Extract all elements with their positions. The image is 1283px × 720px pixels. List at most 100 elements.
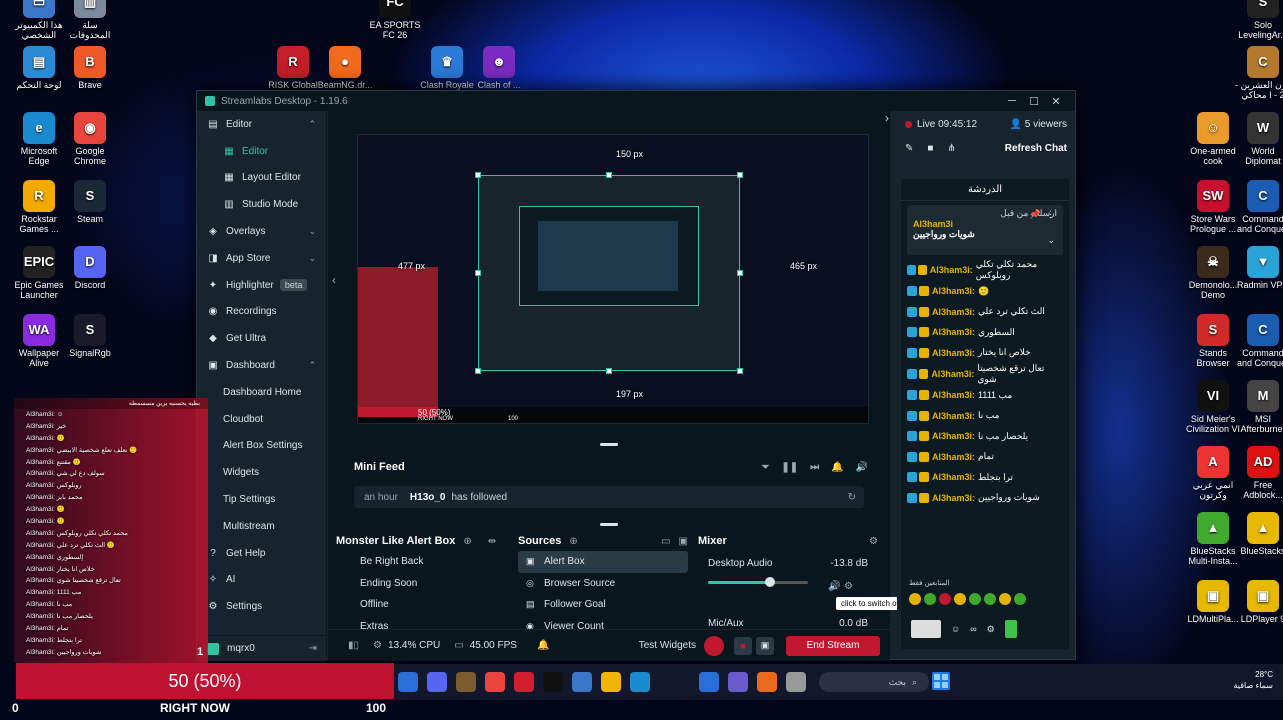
source-properties-icon[interactable]: ▣ bbox=[679, 536, 688, 547]
desktop-icon-left[interactable]: R Rockstar Games ... bbox=[10, 180, 68, 234]
pin-icon[interactable]: 📌 bbox=[1030, 209, 1041, 220]
desktop-audio-volume-slider[interactable] bbox=[708, 577, 808, 587]
nav-item-highlighter[interactable]: ✦ Highlighter beta bbox=[197, 272, 326, 299]
desktop-icon-right[interactable]: Cقرن العشرين - محاكي I - 2 bbox=[1234, 46, 1283, 100]
source-item[interactable]: ▤ Follower Goal bbox=[518, 594, 688, 616]
notifications-bell-icon[interactable]: 🔔 bbox=[537, 640, 549, 651]
chat-username[interactable]: Al3ham3i: bbox=[931, 369, 974, 379]
share-icon[interactable]: ⋔ bbox=[947, 143, 955, 154]
chat-username[interactable]: Al3ham3i: bbox=[932, 390, 975, 400]
resize-handle[interactable] bbox=[606, 172, 612, 178]
stop-recording-icon[interactable]: ■ bbox=[734, 636, 752, 655]
desktop-icon-top[interactable]: FC EA SPORTS FC 26 bbox=[366, 0, 424, 40]
chat-username[interactable]: Al3ham3i: bbox=[932, 348, 975, 358]
desktop-icon-left[interactable]: EPIC Epic Games Launcher bbox=[10, 246, 68, 300]
chat-username[interactable]: Al3ham3i: bbox=[932, 327, 975, 337]
taskbar-app-icon[interactable] bbox=[485, 672, 505, 692]
add-scene-icon[interactable]: ⊕ bbox=[463, 536, 471, 547]
nav-item-recordings[interactable]: ◉ Recordings bbox=[197, 299, 326, 326]
desktop-icon-left[interactable]: WA Wallpaper Alive bbox=[10, 314, 68, 368]
nav-item-editor[interactable]: ▦ Editor bbox=[197, 138, 326, 165]
desktop-icon-right[interactable]: CCommand and Conquer bbox=[1234, 180, 1283, 234]
record-button[interactable] bbox=[704, 635, 724, 656]
chat-username[interactable]: Al3ham3i: bbox=[932, 307, 975, 317]
taskbar-app-icon[interactable] bbox=[699, 672, 719, 692]
taskbar-app-icon[interactable] bbox=[398, 672, 418, 692]
resize-handle[interactable] bbox=[475, 172, 481, 178]
user-account[interactable]: mqrx0 ⇥ bbox=[197, 635, 327, 661]
volume-slider-knob[interactable] bbox=[765, 577, 775, 587]
volume-icon[interactable]: 🔊 bbox=[856, 462, 868, 473]
mixer-settings-gear-icon[interactable]: ⚙ bbox=[869, 536, 878, 547]
desktop-icon-left[interactable]: B Brave bbox=[61, 46, 119, 90]
skip-icon[interactable]: ⏭ bbox=[810, 462, 819, 473]
chat-username[interactable]: Al3ham3i: bbox=[932, 411, 975, 421]
send-button[interactable] bbox=[1004, 620, 1017, 638]
mute-speaker-icon[interactable]: 🔊 bbox=[828, 581, 840, 592]
resize-handle[interactable] bbox=[737, 368, 743, 374]
resize-divider-handle[interactable] bbox=[600, 443, 618, 446]
preview-nested-window[interactable] bbox=[478, 175, 740, 371]
logout-icon[interactable]: ⇥ bbox=[309, 643, 317, 654]
desktop-icon-left[interactable]: D Discord bbox=[61, 246, 119, 290]
desktop-icon-right[interactable]: S Solo LevelingAr... bbox=[1234, 0, 1283, 40]
chat-username[interactable]: Al3ham3i: bbox=[930, 265, 973, 275]
desktop-icon-right[interactable]: AD Free Adblock... bbox=[1234, 446, 1283, 500]
desktop-icon-right[interactable]: ▣ LDPlayer 9 bbox=[1234, 580, 1283, 624]
camera-icon[interactable]: ■ bbox=[927, 143, 933, 154]
test-widgets-button[interactable]: Test Widgets bbox=[639, 640, 696, 651]
desktop-icon-right[interactable]: W World Diplomat bbox=[1234, 112, 1283, 166]
chat-username[interactable]: Al3ham3i: bbox=[932, 493, 975, 503]
windows-start-icon[interactable] bbox=[932, 672, 950, 690]
link-icon[interactable]: ∞ bbox=[970, 624, 976, 634]
source-item[interactable]: ▣ Alert Box bbox=[518, 551, 688, 573]
more-options-icon[interactable]: ⋮ bbox=[1046, 209, 1055, 220]
nav-item-layout-editor[interactable]: ▦ Layout Editor bbox=[197, 165, 326, 192]
desktop-icon-top[interactable]: ♛ Clash Royale bbox=[418, 46, 476, 90]
nav-item-studio-mode[interactable]: ▥ Studio Mode bbox=[197, 191, 326, 218]
channel-settings-gear-icon[interactable]: ⚙ bbox=[844, 581, 853, 592]
chat-input[interactable] bbox=[911, 620, 941, 638]
refresh-chat-button[interactable]: Refresh Chat bbox=[1005, 143, 1067, 154]
chevron-icon[interactable]: ⌃ bbox=[308, 360, 316, 371]
add-source-icon[interactable]: ⊕ bbox=[569, 536, 577, 547]
taskbar-app-icon[interactable] bbox=[601, 672, 621, 692]
resize-handle[interactable] bbox=[475, 270, 481, 276]
nav-item-editor[interactable]: ▤ Editor ⌃ bbox=[197, 111, 326, 138]
chat-username[interactable]: Al3ham3i: bbox=[932, 286, 975, 296]
taskbar-app-icon[interactable] bbox=[630, 672, 650, 692]
stats-chart-icon[interactable]: ▮▯ bbox=[348, 640, 359, 651]
scene-item[interactable]: Ending Soon bbox=[354, 573, 506, 595]
chat-settings-gear-icon[interactable]: ⚙ bbox=[987, 624, 995, 635]
desktop-icon-right[interactable]: CCommand and Conquer bbox=[1234, 314, 1283, 368]
nav-item-app-store[interactable]: ◨ App Store ⌄ bbox=[197, 245, 326, 272]
end-stream-button[interactable]: End Stream bbox=[786, 635, 880, 656]
close-button[interactable]: ✕ bbox=[1045, 95, 1067, 108]
chevron-down-icon[interactable]: ⌄ bbox=[1047, 235, 1055, 246]
resize-divider-handle[interactable] bbox=[600, 523, 618, 526]
desktop-icon-right[interactable]: ▲ BlueStacks bbox=[1234, 512, 1283, 556]
nav-item-widgets[interactable]: Widgets bbox=[197, 459, 326, 486]
taskbar-search-box[interactable]: بحث ⌕ bbox=[819, 672, 929, 692]
nav-item-get-ultra[interactable]: ◆ Get Ultra bbox=[197, 325, 326, 352]
chevron-icon[interactable]: ⌄ bbox=[308, 253, 316, 264]
resize-handle[interactable] bbox=[737, 270, 743, 276]
source-item[interactable]: ◎ Browser Source bbox=[518, 573, 688, 595]
scene-item[interactable]: Be Right Back bbox=[354, 551, 506, 573]
nav-item-ai[interactable]: ✧ AI bbox=[197, 567, 326, 594]
replay-buffer-icon[interactable]: ▣ bbox=[756, 636, 774, 655]
nav-item-tip-settings[interactable]: Tip Settings bbox=[197, 486, 326, 513]
scene-transition-icon[interactable]: ⇹ bbox=[488, 536, 496, 547]
desktop-icon-right[interactable]: ▼ Radmin VPN bbox=[1234, 246, 1283, 290]
chevron-icon[interactable]: ⌄ bbox=[308, 226, 316, 237]
desktop-icon-left[interactable]: ◉ Google Chrome bbox=[61, 112, 119, 166]
emoji-icon[interactable]: ☺ bbox=[951, 624, 960, 634]
desktop-icon-left[interactable]: S SignalRgb bbox=[61, 314, 119, 358]
nav-item-multistream[interactable]: Multistream bbox=[197, 513, 326, 540]
scene-item[interactable]: Offline bbox=[354, 594, 506, 616]
desktop-icon-left[interactable]: e Microsoft Edge bbox=[10, 112, 68, 166]
collapse-right-chevron-icon[interactable]: › bbox=[885, 111, 889, 125]
edit-pencil-icon[interactable]: ✎ bbox=[905, 143, 913, 154]
resize-handle[interactable] bbox=[475, 368, 481, 374]
taskbar-app-icon[interactable] bbox=[572, 672, 592, 692]
